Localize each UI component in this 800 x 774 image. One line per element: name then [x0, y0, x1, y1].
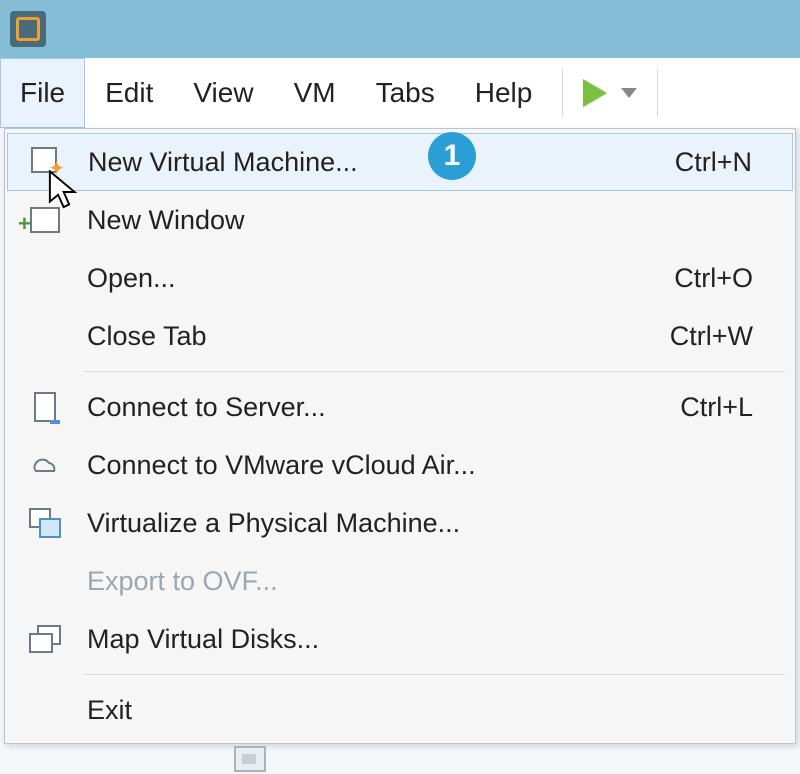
vmware-app-icon	[10, 11, 46, 47]
menu-item-label: Connect to Server...	[83, 392, 680, 423]
vmware-app-icon-inner	[16, 17, 40, 41]
new-vm-icon	[31, 147, 61, 177]
menu-item-label: Virtualize a Physical Machine...	[83, 508, 753, 539]
menubar-divider	[562, 69, 563, 117]
power-on-button[interactable]	[573, 79, 647, 107]
menu-item-label: Close Tab	[83, 321, 670, 352]
menu-item-label: New Virtual Machine...	[84, 147, 675, 178]
menu-item-map-virtual-disks[interactable]: Map Virtual Disks...	[7, 610, 793, 668]
new-window-icon	[30, 207, 60, 233]
menu-item-shortcut: Ctrl+O	[674, 263, 793, 294]
menu-separator	[83, 674, 785, 675]
menu-view[interactable]: View	[173, 58, 273, 128]
menu-item-label: Open...	[83, 263, 674, 294]
cloud-icon	[29, 455, 61, 475]
menu-vm[interactable]: VM	[274, 58, 356, 128]
play-icon	[583, 79, 607, 107]
menu-item-label: Exit	[83, 695, 753, 726]
menu-item-label: New Window	[83, 205, 753, 236]
menu-separator	[83, 371, 785, 372]
menu-item-connect-vcloud-air[interactable]: Connect to VMware vCloud Air...	[7, 436, 793, 494]
menu-tabs[interactable]: Tabs	[356, 58, 455, 128]
menubar-divider-2	[657, 69, 658, 117]
dropdown-caret-icon[interactable]	[621, 88, 637, 98]
menu-item-exit[interactable]: Exit	[7, 681, 793, 739]
server-icon	[34, 392, 56, 422]
menu-item-virtualize-physical-machine[interactable]: Virtualize a Physical Machine...	[7, 494, 793, 552]
menu-item-new-window[interactable]: New Window	[7, 191, 793, 249]
menu-item-shortcut: Ctrl+W	[670, 321, 793, 352]
menu-item-label: Connect to VMware vCloud Air...	[83, 450, 753, 481]
menu-item-close-tab[interactable]: Close Tab Ctrl+W	[7, 307, 793, 365]
menu-item-label: Export to OVF...	[83, 566, 753, 597]
menu-item-new-virtual-machine[interactable]: New Virtual Machine... Ctrl+N	[7, 133, 793, 191]
menu-file[interactable]: File	[0, 58, 85, 128]
menu-item-connect-to-server[interactable]: Connect to Server... Ctrl+L	[7, 378, 793, 436]
menu-item-shortcut: Ctrl+L	[680, 392, 793, 423]
menu-item-label: Map Virtual Disks...	[83, 624, 753, 655]
menu-item-export-ovf: Export to OVF...	[7, 552, 793, 610]
titlebar	[0, 0, 800, 58]
menubar: File Edit View VM Tabs Help	[0, 58, 800, 128]
annotation-badge-1: 1	[428, 132, 476, 180]
menu-item-shortcut: Ctrl+N	[675, 147, 792, 178]
map-disks-icon	[29, 625, 61, 653]
menu-edit[interactable]: Edit	[85, 58, 173, 128]
virtualize-icon	[29, 508, 61, 538]
menu-help[interactable]: Help	[455, 58, 553, 128]
menu-item-open[interactable]: Open... Ctrl+O	[7, 249, 793, 307]
taskbar-fragment	[234, 746, 266, 772]
file-menu-dropdown: New Virtual Machine... Ctrl+N New Window…	[4, 128, 796, 744]
